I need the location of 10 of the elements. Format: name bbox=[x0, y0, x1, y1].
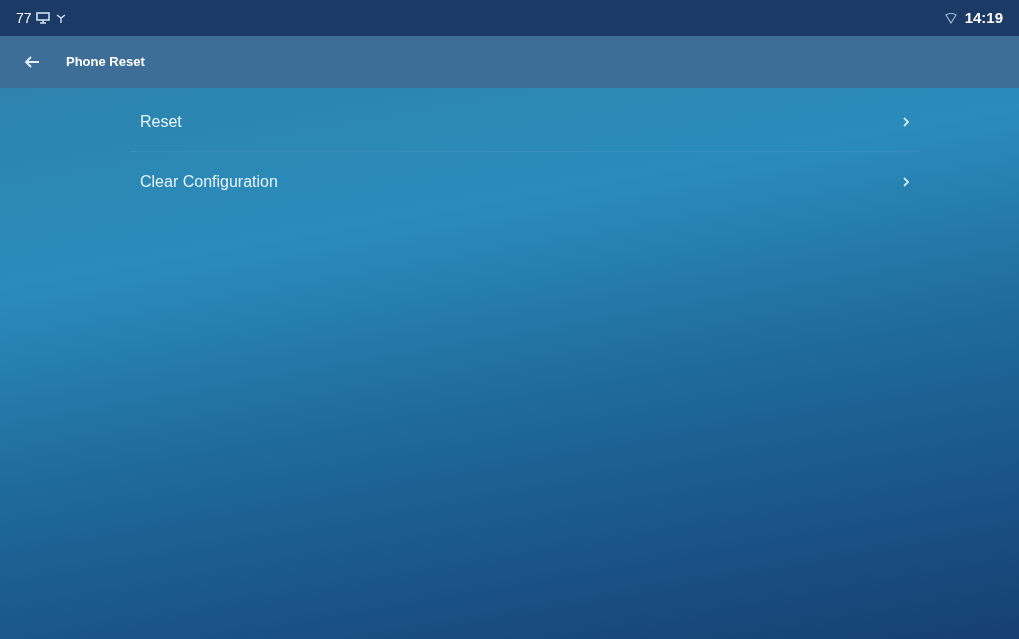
wifi-icon bbox=[944, 12, 957, 24]
status-time: 14:19 bbox=[964, 7, 1003, 28]
page-title: Phone Reset bbox=[66, 53, 145, 72]
antenna-icon bbox=[55, 13, 66, 23]
screen-icon bbox=[35, 12, 50, 24]
menu-item[interactable]: Clear Configuration bbox=[130, 152, 920, 212]
chevron-icon bbox=[902, 115, 910, 128]
status-text: 77 bbox=[16, 8, 32, 28]
menu-item[interactable]: Reset bbox=[130, 92, 920, 152]
chevron-icon bbox=[902, 176, 910, 188]
